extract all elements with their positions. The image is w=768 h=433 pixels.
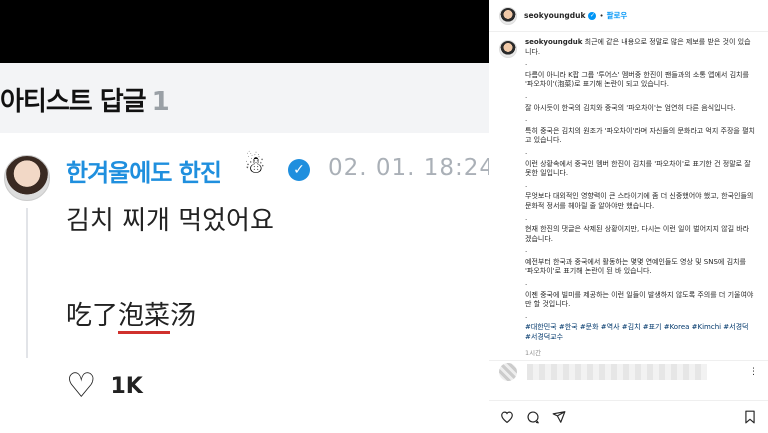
caption-paragraph: . xyxy=(525,311,528,320)
caption-paragraph: . xyxy=(525,147,528,156)
artist-avatar xyxy=(4,155,50,201)
caption-paragraph: 무엇보다 대외적인 영향력이 큰 스타이기에 좀 더 신중했어야 했고, 한국인… xyxy=(525,192,754,210)
caption-paragraph: . xyxy=(525,246,528,255)
snowman-emoji: ☃ xyxy=(244,151,266,179)
blurred-comment-text xyxy=(527,363,707,380)
post-header: seokyoungduk ✓ • 팔로우 xyxy=(489,0,768,32)
card-title-count: 1 xyxy=(151,87,170,117)
chinese-suffix: 汤 xyxy=(170,301,197,331)
caption-first: seokyoungduk 최근에 같은 내용으로 정말로 많은 제보를 받은 것… xyxy=(525,38,755,57)
separator-dot: • xyxy=(599,11,604,20)
more-options-icon[interactable]: ⋮ xyxy=(749,367,758,377)
avatar[interactable] xyxy=(499,6,517,25)
action-bar xyxy=(489,400,768,432)
post-time-ago: 1시간 xyxy=(525,348,542,357)
caption-paragraph: . xyxy=(525,115,528,124)
caption-avatar[interactable] xyxy=(499,40,517,58)
verified-badge-icon: ✓ xyxy=(588,11,597,20)
caption-paragraph: 현재 한진의 댓글은 삭제된 상황이지만, 다시는 이런 일이 벌어지지 않길 … xyxy=(525,225,750,243)
korean-reply-text: 김치 찌개 먹었어요 xyxy=(66,206,274,236)
caption-paragraph: . xyxy=(525,91,528,100)
heart-icon: ♡ xyxy=(66,366,97,406)
comment-icon[interactable] xyxy=(525,409,541,425)
reply-time: 02. 01. 18:24 xyxy=(328,155,489,181)
reply-like-row: ♡ 1K xyxy=(66,369,143,403)
verified-badge-icon: ✓ xyxy=(288,159,310,181)
bookmark-icon[interactable] xyxy=(742,409,758,425)
chinese-reply-text: 吃了泡菜汤 xyxy=(66,295,197,334)
blurred-avatar xyxy=(499,362,517,381)
caption-paragraph: 다름이 아니라 K팝 그룹 '투어스' 멤버중 한진이 팬들과의 소통 앱에서 … xyxy=(525,70,749,89)
artist-username: 한겨울에도 한진 xyxy=(66,159,222,187)
post-username[interactable]: seokyoungduk xyxy=(524,11,585,20)
caption-row: seokyoungduk 최근에 같은 내용으로 정말로 많은 제보를 받은 것… xyxy=(499,38,758,358)
card-title: 아티스트 답글 1 xyxy=(0,81,170,118)
caption-paragraph: . xyxy=(525,59,528,68)
post-media[interactable]: 아티스트 답글 1 한겨울에도 한진 ☃ ✓ 02. 01. 18:24 김치 찌… xyxy=(0,0,489,433)
thread-line xyxy=(26,208,28,358)
blurred-comment: ⋮ xyxy=(489,360,768,382)
chinese-highlight: 泡菜 xyxy=(118,301,171,334)
share-icon[interactable] xyxy=(551,409,567,425)
caption-paragraph: . xyxy=(525,180,528,189)
caption-paragraph: . xyxy=(525,213,528,222)
heart-icon[interactable] xyxy=(499,409,515,425)
caption-paragraph: 잘 아시듯이 한국의 김치와 중국의 '파오차이'는 엄연히 다른 음식입니다. xyxy=(525,103,736,112)
chinese-prefix: 吃了 xyxy=(66,301,119,331)
caption-paragraph: 이젠 중국에 빌미를 제공하는 이런 일들이 발생하지 않도록 주의를 더 기울… xyxy=(525,290,754,309)
caption-area: seokyoungduk 최근에 같은 내용으로 정말로 많은 제보를 받은 것… xyxy=(489,38,768,358)
caption-username[interactable]: seokyoungduk xyxy=(525,38,582,46)
caption: seokyoungduk 최근에 같은 내용으로 정말로 많은 제보를 받은 것… xyxy=(525,38,755,358)
post-side-panel: seokyoungduk ✓ • 팔로우 seokyoungduk 최근에 같은… xyxy=(489,0,768,433)
caption-paragraph: 특히 중국은 김치의 원조가 '파오차이'라며 자신들의 문화라고 억지 주장을… xyxy=(525,126,755,145)
follow-button[interactable]: 팔로우 xyxy=(607,10,628,21)
media-card: 아티스트 답글 1 한겨울에도 한진 ☃ ✓ 02. 01. 18:24 김치 찌… xyxy=(0,63,489,433)
hashtags[interactable]: #대한민국 #한국 #문화 #역사 #김치 #표기 #Korea #Kimchi… xyxy=(525,323,755,342)
caption-paragraph: 이런 상황속에서 중국인 멤버 한진이 김치를 '파오차이'로 표기한 건 정말… xyxy=(525,159,751,178)
card-title-text: 아티스트 답글 xyxy=(0,87,147,117)
caption-paragraph: 예전부터 한국과 중국에서 활동하는 몇몇 연예인들도 영상 및 SNS에 김치… xyxy=(525,257,746,276)
caption-paragraph: . xyxy=(525,279,528,288)
reply-like-count: 1K xyxy=(110,373,143,399)
